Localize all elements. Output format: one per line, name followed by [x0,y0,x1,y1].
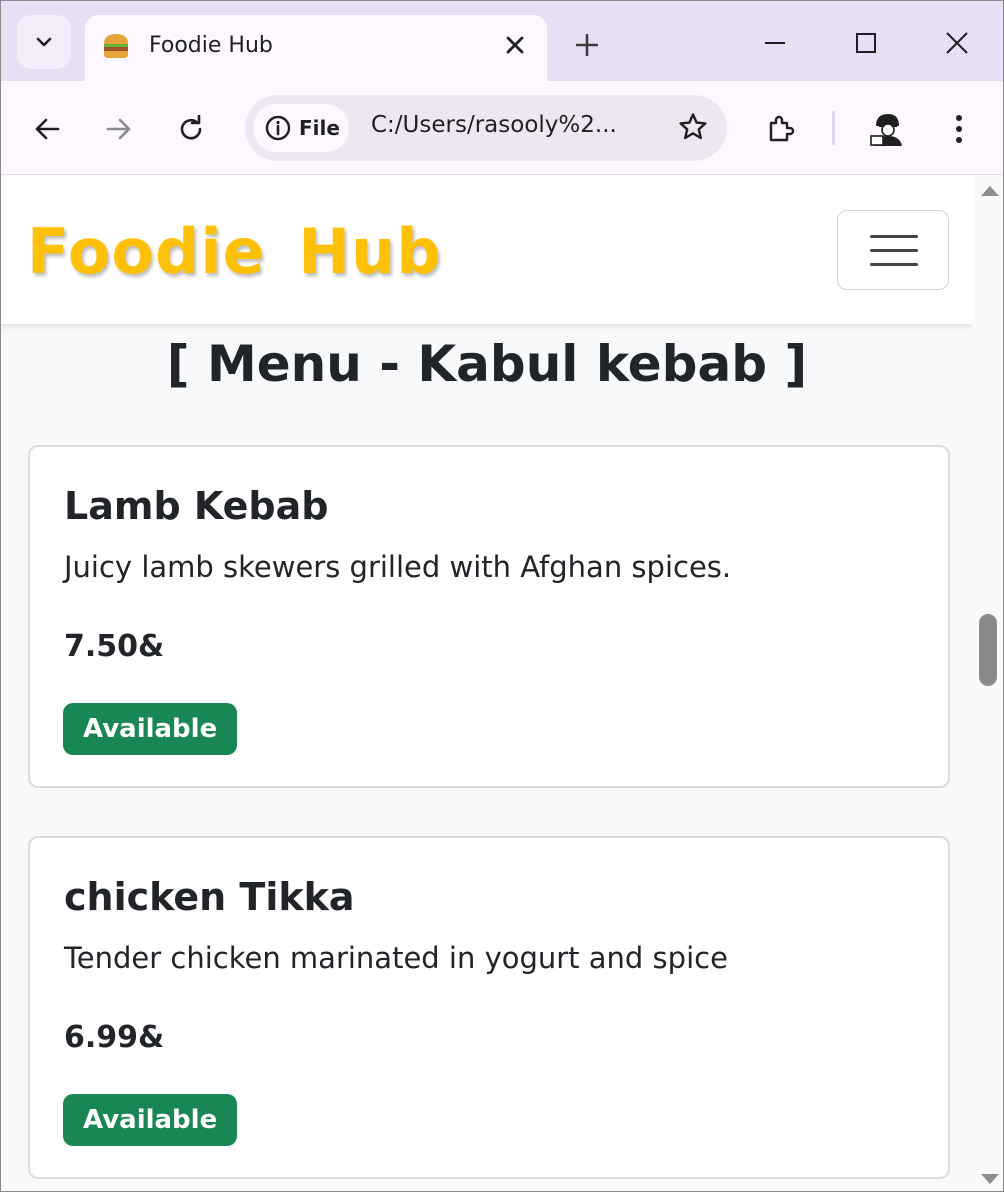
minimize-icon [765,42,785,44]
scroll-up-arrow[interactable] [981,186,999,196]
vertical-scrollbar[interactable] [973,176,1003,1191]
item-name: Lamb Kebab [64,484,329,528]
tab-strip: Foodie Hub [1,1,1003,83]
burger-favicon-icon [104,34,128,58]
menu-item-card: chicken Tikka Tender chicken marinated i… [28,836,950,1179]
browser-menu-button[interactable] [935,105,983,153]
close-icon [506,36,524,54]
back-arrow-icon [35,118,60,140]
scroll-thumb[interactable] [979,614,997,686]
kebab-menu-icon [956,115,962,143]
menu-item-card: Lamb Kebab Juicy lamb skewers grilled wi… [28,445,950,788]
availability-badge: Available [63,1094,238,1146]
url-text[interactable]: C:/Users/rasooly%2... [371,112,617,138]
scroll-down-arrow[interactable] [981,1174,999,1184]
navbar-toggle-button[interactable] [837,210,949,290]
back-button[interactable] [23,105,71,153]
site-info-chip[interactable]: File [253,104,349,152]
extensions-button[interactable] [757,105,805,153]
item-price: 6.99& [64,1020,165,1055]
tab-title: Foodie Hub [149,33,273,58]
item-description: Tender chicken marinated in yogurt and s… [64,941,728,975]
new-tab-button[interactable] [567,25,607,65]
browser-toolbar: File C:/Users/rasooly%2... [1,81,1003,175]
menu-heading: [ Menu - Kabul kebab ] [166,335,808,393]
maximize-button[interactable] [842,21,890,65]
active-tab[interactable]: Foodie Hub [85,15,547,83]
browser-window: Foodie Hub File C:/Users/rasooly%2... Fo… [0,0,1004,1192]
star-icon [679,113,707,140]
plus-icon [576,34,598,56]
profile-button[interactable] [863,105,911,153]
site-brand-logo[interactable]: Foodie Hub [27,212,442,292]
item-description: Juicy lamb skewers grilled with Afghan s… [64,550,732,584]
site-navbar: Foodie Hub [1,176,973,324]
hamburger-icon [870,263,918,266]
reload-icon [180,115,202,140]
item-name: chicken Tikka [64,875,355,919]
minimize-button[interactable] [751,21,799,65]
tab-close-button[interactable] [499,29,531,61]
forward-button[interactable] [95,105,143,153]
hamburger-icon [870,235,918,238]
address-bar[interactable]: File C:/Users/rasooly%2... [245,95,727,161]
info-icon [265,115,291,141]
tab-search-button[interactable] [17,15,71,69]
bookmark-button[interactable] [675,109,711,145]
toolbar-divider [832,111,835,145]
close-window-button[interactable] [933,21,981,65]
window-close-icon [946,32,968,54]
profile-avatar-icon [870,114,902,146]
forward-arrow-icon [106,118,131,140]
hamburger-icon [870,249,918,252]
reload-button[interactable] [167,105,215,153]
extensions-icon [769,115,795,142]
page-viewport: Foodie Hub [ Menu - Kabul kebab ] Lamb K… [1,176,973,1191]
site-info-label: File [299,116,340,140]
maximize-icon [856,33,876,53]
item-price: 7.50& [64,629,165,664]
availability-badge: Available [63,703,238,755]
tab-search-icon [36,37,52,47]
